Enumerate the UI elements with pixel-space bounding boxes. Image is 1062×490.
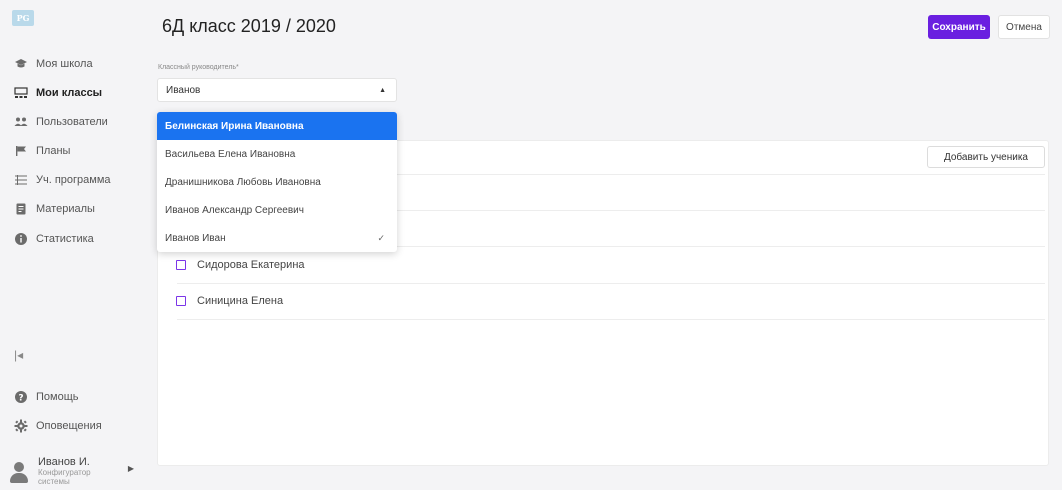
sidebar-item-label: Мои классы [36, 87, 103, 99]
user-profile[interactable]: Иванов И. Конфигуратор системы ▶ [10, 456, 140, 486]
chevron-up-icon[interactable]: ▲ [379, 87, 386, 94]
student-checkbox[interactable] [176, 260, 186, 270]
dropdown-option-label: Иванов Александр Сергеевич [165, 204, 304, 216]
user-role-line1: Конфигуратор [38, 468, 91, 477]
list-item[interactable]: Сидорова Екатерина [176, 259, 305, 271]
sidebar-item-label: Пользователи [36, 116, 108, 128]
dropdown-option[interactable]: Васильева Елена Ивановна [157, 140, 397, 168]
sidebar-item-my-classes[interactable]: Мои классы [14, 83, 102, 103]
sidebar-item-label: Помощь [36, 391, 79, 403]
sidebar-item-label: Статистика [36, 233, 94, 245]
sidebar-item-label: Материалы [36, 203, 95, 215]
cancel-button[interactable]: Отмена [998, 15, 1050, 39]
divider [177, 319, 1045, 320]
app-logo[interactable]: PG [12, 10, 34, 26]
avatar [10, 462, 28, 484]
user-role-line2: системы [38, 477, 70, 486]
dropdown-option-label: Дранишникова Любовь Ивановна [165, 176, 321, 188]
help-icon: ? [14, 390, 28, 404]
teacher-dropdown-menu: Белинская Ирина Ивановна Васильева Елена… [157, 112, 397, 252]
student-name: Синицина Елена [197, 295, 284, 307]
sidebar-item-my-school[interactable]: Моя школа [14, 54, 93, 74]
sidebar-item-help[interactable]: ? Помощь [14, 387, 79, 407]
dropdown-option[interactable]: Иванов Александр Сергеевич [157, 196, 397, 224]
sidebar-item-label: Планы [36, 145, 71, 157]
sidebar-item-curriculum[interactable]: Уч. программа [14, 170, 111, 190]
checkmark-icon: ✓ [377, 232, 385, 243]
users-icon [14, 115, 28, 129]
svg-text:?: ? [18, 393, 23, 403]
sidebar-item-plans[interactable]: Планы [14, 141, 70, 161]
dropdown-option[interactable]: Белинская Ирина Ивановна [157, 112, 397, 140]
sidebar-item-label: Оповещения [36, 420, 102, 432]
page-title: 6Д класс 2019 / 2020 [162, 16, 336, 36]
teacher-select-value[interactable]: Иванов [166, 85, 200, 96]
sidebar-item-materials[interactable]: Материалы [14, 199, 95, 219]
sidebar-item-notifications[interactable]: Оповещения [14, 416, 102, 436]
student-name: Сидорова Екатерина [197, 259, 305, 271]
sidebar-item-label: Уч. программа [36, 174, 111, 186]
info-icon [14, 232, 28, 246]
student-checkbox[interactable] [176, 296, 186, 306]
list-icon [14, 173, 28, 187]
sidebar-item-statistics[interactable]: Статистика [14, 229, 94, 249]
dropdown-option[interactable]: Дранишникова Любовь Ивановна [157, 168, 397, 196]
sidebar-item-label: Моя школа [36, 58, 93, 70]
teacher-select[interactable]: Иванов ▲ [157, 78, 397, 102]
flag-icon [14, 144, 28, 158]
user-info: Иванов И. Конфигуратор системы [38, 456, 91, 486]
dropdown-option-label: Белинская Ирина Ивановна [165, 120, 304, 132]
teacher-field-label: Классный руководитель* [158, 64, 239, 71]
divider [177, 283, 1045, 284]
list-item[interactable]: Синицина Елена [176, 295, 283, 307]
sidebar-item-users[interactable]: Пользователи [14, 112, 108, 132]
dropdown-option[interactable]: Иванов Иван ✓ [157, 224, 397, 252]
dropdown-option-label: Иванов Иван [165, 232, 226, 244]
graduation-cap-icon [14, 57, 28, 71]
sidebar: PG Моя школа Мои классы Пользователи Пла… [0, 0, 142, 490]
save-button[interactable]: Сохранить [928, 15, 990, 39]
classroom-icon [14, 86, 28, 100]
dropdown-option-label: Васильева Елена Ивановна [165, 148, 296, 160]
collapse-sidebar-icon[interactable]: |◂ [14, 348, 23, 362]
add-student-button[interactable]: Добавить ученика [927, 146, 1045, 168]
user-name: Иванов И. [38, 456, 90, 468]
gear-icon [14, 419, 28, 433]
chevron-right-icon[interactable]: ▶ [128, 464, 134, 473]
document-icon [14, 202, 28, 216]
